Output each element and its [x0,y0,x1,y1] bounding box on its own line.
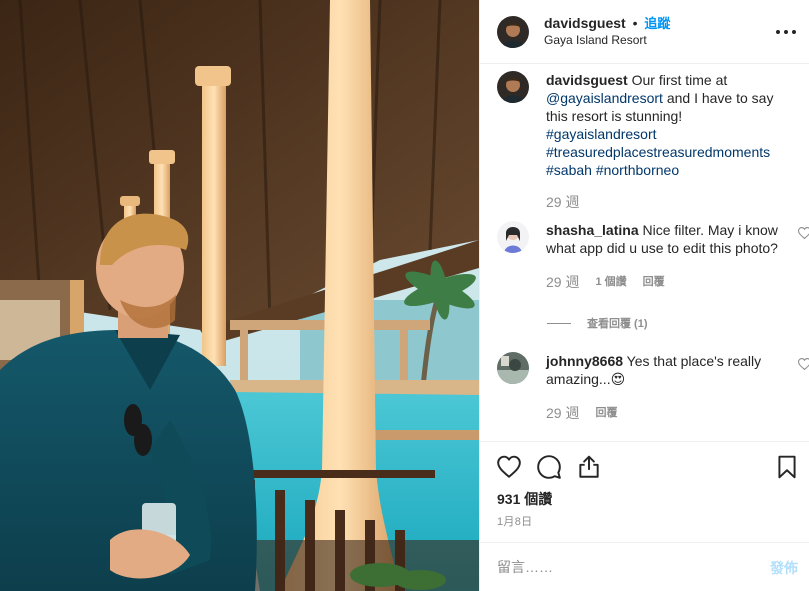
commenter-avatar[interactable] [497,221,529,253]
caption-avatar[interactable] [497,71,529,103]
caption-mention[interactable]: @gayaislandresort [546,90,663,106]
add-comment-bar: 發佈 [480,542,809,591]
caption-username[interactable]: davidsguest [546,72,628,88]
post-comment-button[interactable]: 發佈 [770,558,798,578]
post-header: davidsguest • 追蹤 Gaya Island Resort [480,0,809,64]
comment-input[interactable] [497,557,747,577]
comment-item: johnny8668 Yes that place's really amazi… [497,352,809,422]
caption-text-intro: Our first time at [631,72,728,88]
heart-eyes-emoji: 😍 [610,371,626,387]
comment-meta: 29 週 1 個讚 回覆 [546,273,788,291]
share-icon[interactable] [576,454,602,480]
author-username[interactable]: davidsguest [544,15,626,31]
heart-icon[interactable] [798,227,809,239]
comment-time[interactable]: 29 週 [546,404,579,422]
replies-divider [547,322,571,324]
hashtag-link[interactable]: #treasuredplacestreasuredmoments [546,143,788,161]
commenter-avatar[interactable] [497,352,529,384]
comment-username[interactable]: shasha_latina [546,222,639,238]
heart-icon[interactable] [496,454,522,480]
author-info: davidsguest • 追蹤 Gaya Island Resort [544,15,670,49]
comment-body: shasha_latina Nice filter. May i know wh… [546,221,788,291]
likes-count[interactable]: 931 個讚 [497,489,552,509]
comment-meta: 29 週 回覆 [546,404,788,422]
comment-body: johnny8668 Yes that place's really amazi… [546,352,788,422]
header-separator: • [632,14,638,31]
caption-time[interactable]: 29 週 [546,193,579,211]
comment-likes[interactable]: 1 個讚 [595,273,626,291]
caption-body: davidsguest Our first time at @gayaislan… [546,71,788,211]
caption: davidsguest Our first time at @gayaislan… [497,71,797,211]
more-horizontal-icon[interactable] [776,22,796,42]
bookmark-icon[interactable] [774,454,800,480]
hashtag-link[interactable]: #gayaislandresort [546,125,788,143]
comments-list: davidsguest Our first time at @gayaislan… [480,65,809,441]
post-actions: 931 個讚 1月8日 發佈 [480,441,809,591]
reply-button[interactable]: 回覆 [595,404,617,422]
comment-item: shasha_latina Nice filter. May i know wh… [497,221,809,291]
comment-icon[interactable] [536,454,562,480]
heart-icon[interactable] [798,358,809,370]
caption-meta: 29 週 [546,193,788,211]
post-location[interactable]: Gaya Island Resort [544,32,670,49]
comment-username[interactable]: johnny8668 [546,353,623,369]
view-replies-button[interactable]: 查看回覆 (1) [547,315,648,331]
hashtag-link[interactable]: #northborneo [596,162,679,178]
author-avatar[interactable] [497,15,529,48]
reply-button[interactable]: 回覆 [643,273,665,291]
follow-button[interactable]: 追蹤 [644,16,670,31]
post-photo-image [0,0,479,591]
comment-time[interactable]: 29 週 [546,273,579,291]
hashtag-link[interactable]: #sabah [546,162,592,178]
action-icons [496,454,800,482]
view-replies-label[interactable]: 查看回覆 (1) [587,315,648,331]
post-sidebar: davidsguest • 追蹤 Gaya Island Resort davi… [479,0,809,591]
post-photo[interactable] [0,0,479,591]
post-date[interactable]: 1月8日 [497,513,532,529]
